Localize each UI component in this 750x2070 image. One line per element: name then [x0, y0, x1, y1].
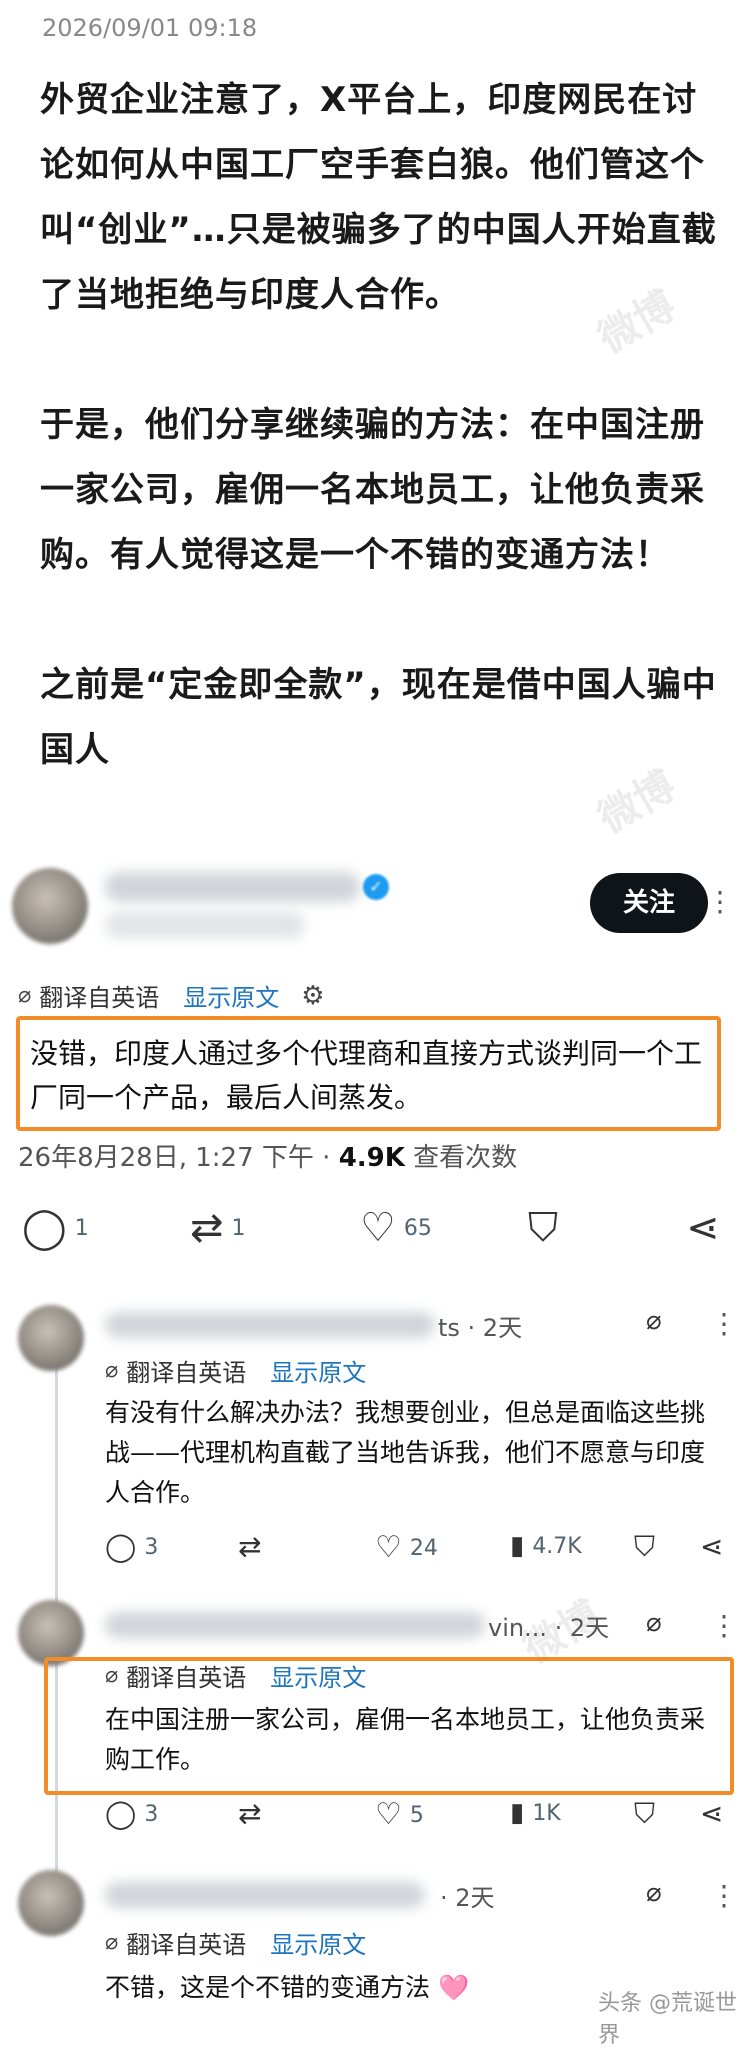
more-icon[interactable]: ⋮ — [710, 1612, 738, 1640]
repost-button[interactable]: ⇄ 1 — [190, 1208, 246, 1248]
bookmark-button[interactable]: ⛉ — [634, 1533, 655, 1561]
view-count: 4.9K — [338, 1143, 405, 1173]
translated-from-label: 翻译自英语 — [126, 1359, 247, 1387]
views-button[interactable]: ▮ 4.7K — [510, 1533, 582, 1559]
repost-icon: ⇄ — [190, 1205, 224, 1251]
repost-button[interactable]: ⇄ — [238, 1800, 261, 1828]
translate-icon: ⌀ — [105, 1930, 119, 1955]
show-original-link[interactable]: 显示原文 — [183, 978, 279, 1013]
show-original-link[interactable]: 显示原文 — [270, 1353, 366, 1388]
share-icon: ⋖ — [700, 1530, 724, 1563]
follow-button[interactable]: 关注 — [590, 873, 708, 933]
reply-handle-time: ts · 2天 — [438, 1314, 523, 1342]
share-icon: ⋖ — [700, 1797, 724, 1830]
repost-count: 1 — [231, 1215, 246, 1241]
post-meta: 26年8月28日, 1:27 下午 · 4.9K 查看次数 — [18, 1137, 517, 1174]
like-count: 24 — [409, 1535, 438, 1561]
like-count: 5 — [409, 1802, 424, 1828]
article-paragraph: 于是，他们分享继续骗的方法：在中国注册一家公司，雇佣一名本地员工，让他负责采购。… — [40, 405, 705, 575]
views-icon: ▮ — [510, 1798, 525, 1828]
show-original-link[interactable]: 显示原文 — [270, 1925, 366, 1960]
avatar[interactable] — [18, 1870, 84, 1936]
reply-icon: ◯ — [105, 1797, 137, 1830]
reply-button[interactable]: ◯ 3 — [105, 1533, 158, 1561]
share-icon: ⋖ — [686, 1205, 720, 1251]
grok-icon[interactable]: ⌀ — [646, 1878, 662, 1908]
post-date: 26年8月28日, 1:27 下午 · — [18, 1143, 339, 1173]
reply-handle-time: · 2天 — [440, 1884, 495, 1912]
reply-button[interactable]: ◯ 3 — [105, 1800, 158, 1828]
reply-count: 3 — [144, 1801, 159, 1827]
view-count-label: 查看次数 — [404, 1143, 518, 1173]
article-paragraph: 外贸企业注意了，X平台上，印度网民在讨论如何从中国工厂空手套白狼。他们管这个叫“… — [40, 80, 717, 315]
view-count: 4.7K — [532, 1533, 582, 1559]
reply-button[interactable]: ◯ 1 — [22, 1208, 89, 1248]
username-blurred — [105, 1882, 425, 1908]
article-body: 外贸企业注意了，X平台上，印度网民在讨论如何从中国工厂空手套白狼。他们管这个叫“… — [40, 68, 720, 783]
share-button[interactable]: ⋖ — [700, 1533, 723, 1561]
reply-icon: ◯ — [22, 1205, 67, 1251]
repost-button[interactable]: ⇄ — [238, 1533, 261, 1561]
bookmark-icon: ⛉ — [528, 1205, 558, 1251]
source-watermark: 头条 @荒诞世界 — [598, 1991, 737, 2048]
avatar[interactable] — [12, 868, 88, 944]
share-button[interactable]: ⋖ — [686, 1208, 720, 1248]
heart-icon: ♡ — [375, 1797, 402, 1832]
translation-row: ⌀ 翻译自英语 显示原文 — [105, 1925, 366, 1960]
avatar[interactable] — [18, 1305, 84, 1371]
reply-count: 3 — [144, 1534, 159, 1560]
username-blurred — [105, 872, 360, 902]
username-blurred — [105, 1312, 435, 1338]
handle-blurred — [105, 912, 305, 938]
reply-handle-time: vin... · 2天 — [488, 1614, 610, 1642]
heart-icon: ♡ — [375, 1530, 402, 1565]
repost-icon: ⇄ — [238, 1530, 262, 1563]
like-button[interactable]: ♡ 65 — [360, 1208, 432, 1248]
reply-icon: ◯ — [105, 1530, 137, 1563]
translate-icon: ⌀ — [18, 983, 32, 1008]
post-text: 没错，印度人通过多个代理商和直接方式谈判同一个工厂同一个产品，最后人间蒸发。 — [30, 1037, 703, 1114]
bookmark-icon: ⛉ — [634, 1797, 656, 1830]
post-timestamp: 2026/09/01 09:18 — [42, 14, 258, 42]
reply-text: 在中国注册一家公司，雇佣一名本地员工，让他负责采购工作。 — [105, 1705, 706, 1774]
heart-icon: ♡ — [360, 1205, 396, 1251]
translated-from-label: 翻译自英语 — [39, 984, 160, 1012]
like-button[interactable]: ♡ 5 — [375, 1800, 424, 1830]
more-icon[interactable]: ⋮ — [706, 888, 734, 916]
username-blurred — [105, 1612, 485, 1638]
view-count: 1K — [532, 1800, 561, 1826]
bookmark-button[interactable]: ⛉ — [634, 1800, 655, 1828]
views-icon: ▮ — [510, 1531, 525, 1561]
more-icon[interactable]: ⋮ — [710, 1310, 738, 1338]
grok-icon[interactable]: ⌀ — [646, 1306, 662, 1336]
reply-count: 1 — [74, 1215, 89, 1241]
repost-icon: ⇄ — [238, 1797, 262, 1830]
verified-badge-icon: ✓ — [363, 874, 389, 900]
bookmark-button[interactable]: ⛉ — [528, 1208, 558, 1248]
grok-icon[interactable]: ⌀ — [646, 1608, 662, 1638]
share-button[interactable]: ⋖ — [700, 1800, 723, 1828]
gear-icon[interactable]: ⚙ — [301, 981, 324, 1011]
translation-row: ⌀ 翻译自英语 显示原文 ⚙ — [18, 978, 325, 1013]
pink-heart-emoji: 🩷 — [437, 1973, 470, 2002]
more-icon[interactable]: ⋮ — [710, 1882, 738, 1910]
translated-from-label: 翻译自英语 — [126, 1931, 247, 1959]
reply-text-content: 不错，这是个不错的变通方法 — [105, 1973, 438, 2002]
like-count: 65 — [403, 1215, 432, 1241]
reply-text: 不错，这是个不错的变通方法 🩷 — [105, 1968, 585, 2008]
bookmark-icon: ⛉ — [634, 1530, 656, 1563]
article-paragraph: 之前是“定金即全款”，现在是借中国人骗中国人 — [40, 665, 717, 770]
reply-text: 有没有什么解决办法？我想要创业，但总是面临这些挑战——代理机构直截了当地告诉我，… — [105, 1398, 706, 1507]
translate-icon: ⌀ — [105, 1358, 119, 1383]
views-button[interactable]: ▮ 1K — [510, 1800, 561, 1826]
translation-row: ⌀ 翻译自英语 显示原文 — [105, 1353, 366, 1388]
like-button[interactable]: ♡ 24 — [375, 1533, 438, 1563]
